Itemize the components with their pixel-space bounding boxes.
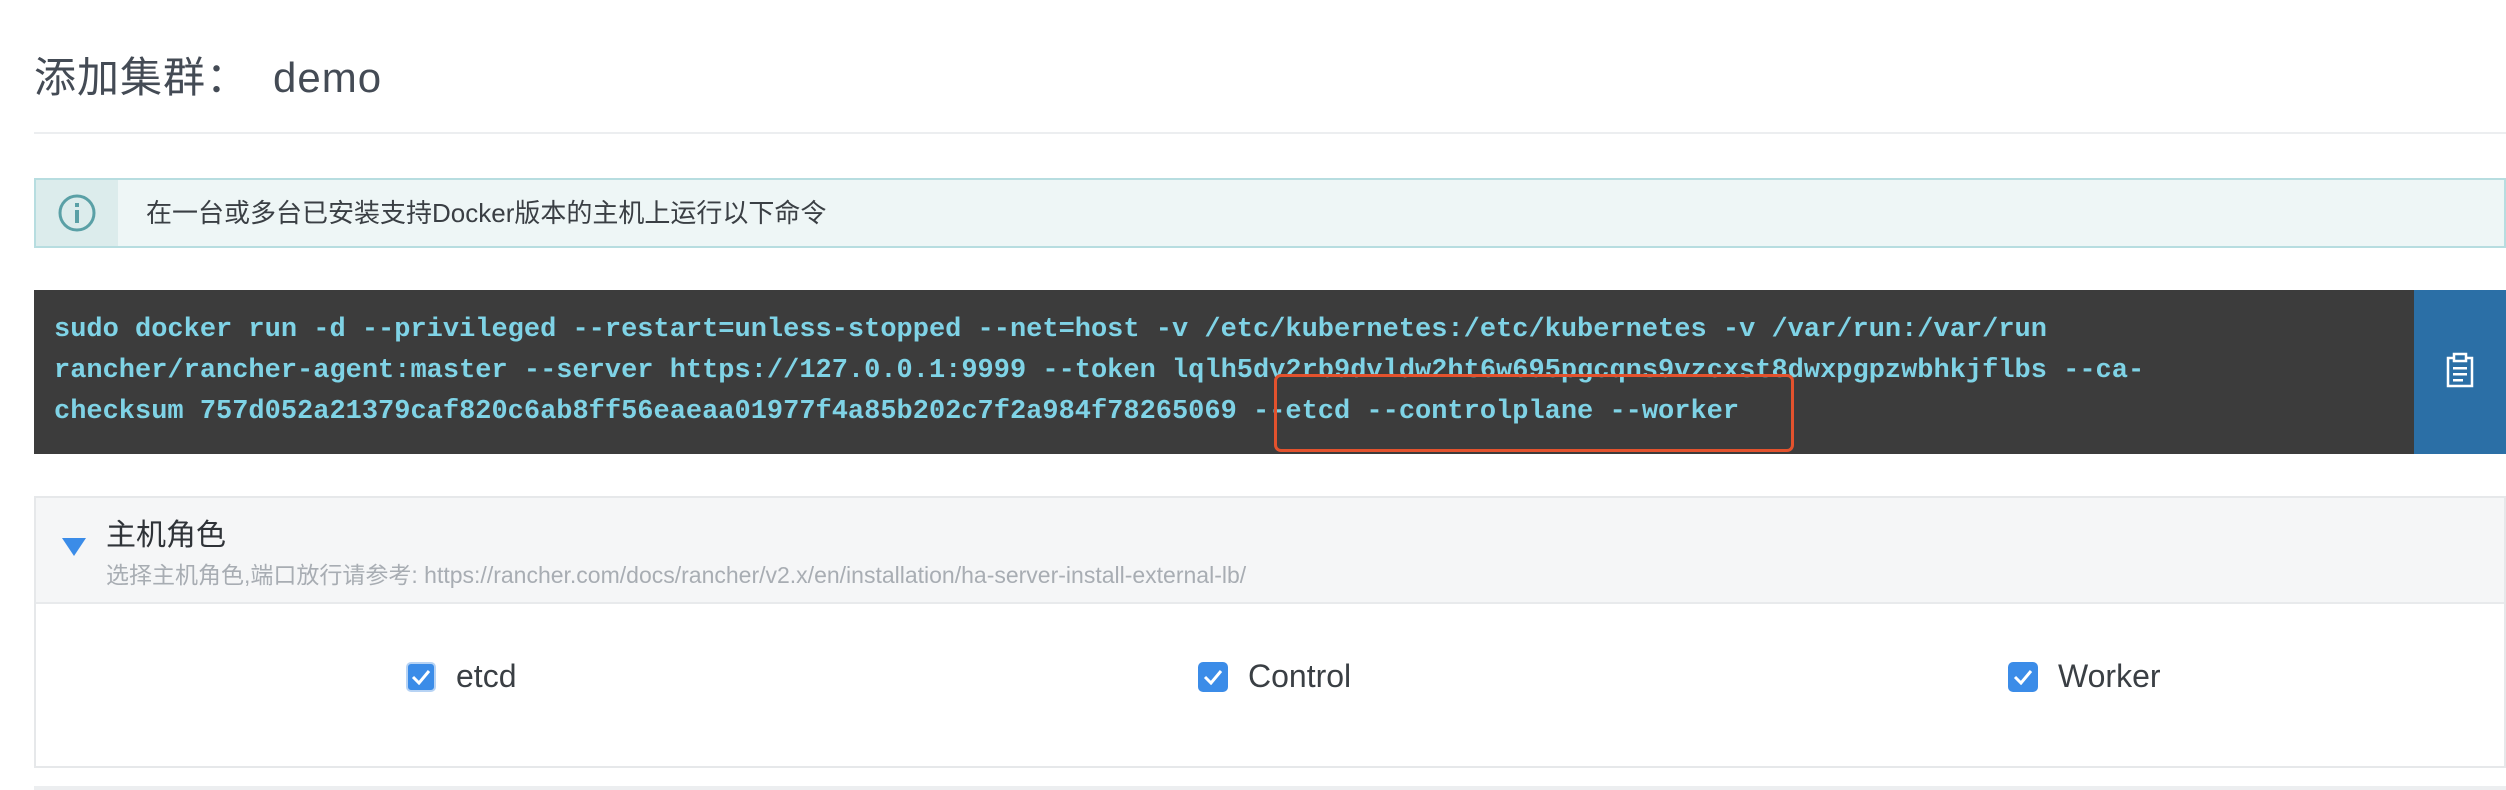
title-divider (34, 132, 2506, 134)
host-roles-options: etcd Control Worker (36, 604, 2504, 768)
page-title-prefix: 添加集群： (34, 54, 250, 101)
command-block[interactable]: sudo docker run -d --privileged --restar… (34, 290, 2414, 454)
caret-down-icon[interactable] (62, 538, 86, 561)
command-line-3[interactable]: checksum 757d052a21379caf820c6ab8ff56eae… (54, 392, 2414, 433)
checkmark-icon (2013, 669, 2033, 685)
info-banner: 在一台或多台已安装支持Docker版本的主机上运行以下命令 (34, 178, 2506, 248)
command-line-2[interactable]: rancher/rancher-agent:master --server ht… (54, 351, 2414, 392)
bottom-divider (34, 786, 2506, 790)
page-title: 添加集群： demo (34, 44, 382, 105)
host-roles-heading: 主机角色 (106, 519, 226, 552)
command-line-1[interactable]: sudo docker run -d --privileged --restar… (54, 310, 2414, 351)
host-roles-help-text: 选择主机角色,端口放行请参考: https://rancher.com/docs… (106, 562, 1247, 588)
control-checkbox[interactable] (1198, 661, 1228, 692)
command-flags-highlight (1274, 374, 1794, 452)
host-roles-header[interactable]: 主机角色 选择主机角色,端口放行请参考: https://rancher.com… (36, 498, 2504, 604)
role-option-worker[interactable]: Worker (2008, 658, 2161, 695)
host-roles-panel: 主机角色 选择主机角色,端口放行请参考: https://rancher.com… (34, 496, 2506, 768)
info-circle-icon (36, 180, 118, 246)
etcd-checkbox[interactable] (406, 661, 436, 692)
cluster-name: demo (273, 54, 383, 101)
info-message: 在一台或多台已安装支持Docker版本的主机上运行以下命令 (146, 198, 827, 228)
role-option-control[interactable]: Control (1198, 658, 1351, 695)
role-option-etcd[interactable]: etcd (406, 658, 516, 695)
checkmark-icon (411, 669, 431, 685)
worker-checkbox[interactable] (2008, 661, 2038, 692)
clipboard-icon (2444, 352, 2476, 393)
control-label: Control (1248, 658, 1352, 694)
worker-label: Worker (2058, 658, 2161, 694)
etcd-label: etcd (456, 658, 517, 694)
copy-command-button[interactable] (2414, 290, 2506, 454)
checkmark-icon (1203, 669, 1223, 685)
